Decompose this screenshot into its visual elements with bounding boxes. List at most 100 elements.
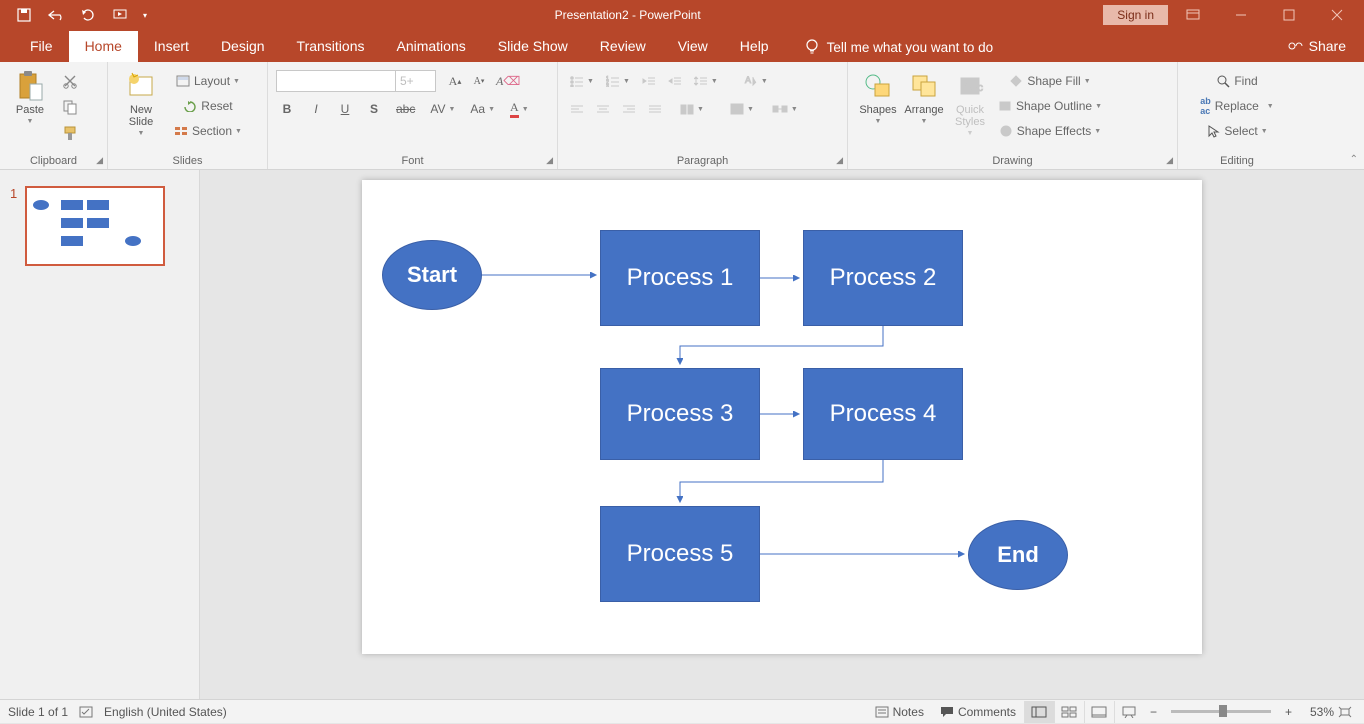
shadow-button[interactable]: S [363, 98, 385, 120]
redo-button[interactable] [74, 3, 102, 27]
copy-icon [62, 99, 78, 115]
slide-thumbnail-1[interactable] [25, 186, 165, 266]
align-right-button[interactable] [618, 98, 640, 120]
tab-help[interactable]: Help [724, 31, 785, 62]
text-direction-button[interactable]: A▼ [740, 70, 772, 92]
new-slide-icon [125, 70, 157, 102]
columns-button[interactable]: ▼ [676, 98, 708, 120]
bold-button[interactable]: B [276, 98, 298, 120]
save-icon[interactable] [10, 3, 38, 27]
group-editing: Find abacReplace▼ Select▼ Editing [1178, 62, 1296, 169]
format-painter-button[interactable] [58, 122, 82, 144]
change-case-button[interactable]: Aa▼ [466, 98, 499, 120]
slide[interactable]: Start Process 1 Process 2 Process 3 Proc… [362, 180, 1202, 654]
slide-canvas-area[interactable]: Start Process 1 Process 2 Process 3 Proc… [200, 170, 1364, 699]
quick-styles-icon: Abc [954, 70, 986, 102]
new-slide-label: New Slide [129, 104, 153, 128]
tell-me-label: Tell me what you want to do [827, 40, 994, 55]
increase-font-button[interactable]: A▴ [444, 70, 466, 92]
tab-insert[interactable]: Insert [138, 31, 205, 62]
group-paragraph-label: Paragraph◢ [566, 153, 839, 167]
drawing-dialog-launcher[interactable]: ◢ [1166, 155, 1173, 166]
tab-file[interactable]: File [14, 31, 69, 62]
tab-review[interactable]: Review [584, 31, 662, 62]
qat-customize-icon[interactable]: ▾ [138, 3, 152, 27]
layout-button[interactable]: Layout▼ [170, 70, 246, 92]
bullets-button[interactable]: ▼ [566, 70, 598, 92]
group-editing-label: Editing [1186, 153, 1288, 167]
reset-button[interactable]: Reset [170, 95, 246, 117]
numbering-button[interactable]: 123▼ [602, 70, 634, 92]
notes-button[interactable]: Notes [867, 700, 932, 724]
strikethrough-button[interactable]: abc [392, 98, 419, 120]
share-button[interactable]: Share [1287, 38, 1364, 62]
align-center-button[interactable] [592, 98, 614, 120]
paragraph-dialog-launcher[interactable]: ◢ [836, 155, 843, 166]
font-name-combo[interactable] [276, 70, 396, 92]
quick-styles-button[interactable]: Abc Quick Styles▼ [948, 66, 992, 137]
cut-icon [62, 73, 78, 89]
shapes-button[interactable]: Shapes▼ [856, 66, 900, 125]
thumbnail-pane[interactable]: 1 [0, 170, 200, 699]
justify-button[interactable] [644, 98, 666, 120]
zoom-slider[interactable] [1171, 710, 1271, 713]
svg-text:A: A [745, 75, 751, 85]
tab-design[interactable]: Design [205, 31, 281, 62]
new-slide-button[interactable]: New Slide ▼ [116, 66, 166, 137]
tell-me-search[interactable]: Tell me what you want to do [785, 39, 1008, 62]
slide-sorter-view-button[interactable] [1054, 701, 1084, 723]
undo-button[interactable] [42, 3, 70, 27]
tab-home[interactable]: Home [69, 31, 138, 62]
font-size-combo[interactable]: 5+ [396, 70, 436, 92]
tab-slideshow[interactable]: Slide Show [482, 31, 584, 62]
select-button[interactable]: Select▼ [1186, 120, 1288, 142]
shape-effects-button[interactable]: Shape Effects▼ [994, 120, 1106, 142]
char-spacing-button[interactable]: AV▼ [426, 98, 459, 120]
italic-button[interactable]: I [305, 98, 327, 120]
slideshow-view-button[interactable] [1114, 701, 1144, 723]
reading-view-button[interactable] [1084, 701, 1114, 723]
font-color-button[interactable]: A▼ [506, 98, 533, 120]
find-icon [1216, 74, 1230, 88]
clear-formatting-button[interactable]: A⌫ [492, 70, 524, 92]
minimize-button[interactable] [1218, 0, 1264, 30]
zoom-in-button[interactable]: + [1279, 700, 1298, 724]
zoom-level[interactable]: 53% [1298, 705, 1334, 719]
language-status[interactable]: English (United States) [104, 705, 227, 719]
font-dialog-launcher[interactable]: ◢ [546, 155, 553, 166]
line-spacing-button[interactable]: ▼ [690, 70, 722, 92]
comments-button[interactable]: Comments [932, 700, 1024, 724]
increase-indent-button[interactable] [664, 70, 686, 92]
align-left-button[interactable] [566, 98, 588, 120]
underline-button[interactable]: U [334, 98, 356, 120]
section-button[interactable]: Section▼ [170, 120, 246, 142]
shape-fill-button[interactable]: Shape Fill▼ [994, 70, 1106, 92]
shape-outline-icon [998, 100, 1012, 112]
close-button[interactable] [1314, 0, 1360, 30]
start-from-beginning-button[interactable] [106, 3, 134, 27]
smartart-button[interactable]: ▼ [768, 98, 802, 120]
sign-in-button[interactable]: Sign in [1103, 5, 1168, 25]
maximize-button[interactable] [1266, 0, 1312, 30]
decrease-indent-button[interactable] [638, 70, 660, 92]
arrange-button[interactable]: Arrange▼ [902, 66, 946, 125]
collapse-ribbon-icon[interactable]: ⌃ [1350, 154, 1358, 165]
cut-button[interactable] [58, 70, 82, 92]
clipboard-dialog-launcher[interactable]: ◢ [96, 155, 103, 166]
tab-transitions[interactable]: Transitions [281, 31, 381, 62]
decrease-font-button[interactable]: A▾ [468, 70, 490, 92]
align-text-button[interactable]: ▼ [726, 98, 758, 120]
tab-animations[interactable]: Animations [380, 31, 481, 62]
paste-button[interactable]: Paste ▼ [8, 66, 52, 125]
zoom-out-button[interactable]: − [1144, 700, 1163, 724]
replace-button[interactable]: abacReplace▼ [1186, 95, 1288, 117]
tab-view[interactable]: View [662, 31, 724, 62]
shape-outline-button[interactable]: Shape Outline▼ [994, 95, 1106, 117]
fit-to-window-button[interactable] [1334, 700, 1356, 724]
spellcheck-icon[interactable] [78, 705, 94, 719]
ribbon-display-options-icon[interactable] [1170, 0, 1216, 30]
find-button[interactable]: Find [1186, 70, 1288, 92]
comments-icon [940, 706, 954, 718]
copy-button[interactable] [58, 96, 82, 118]
normal-view-button[interactable] [1024, 701, 1054, 723]
